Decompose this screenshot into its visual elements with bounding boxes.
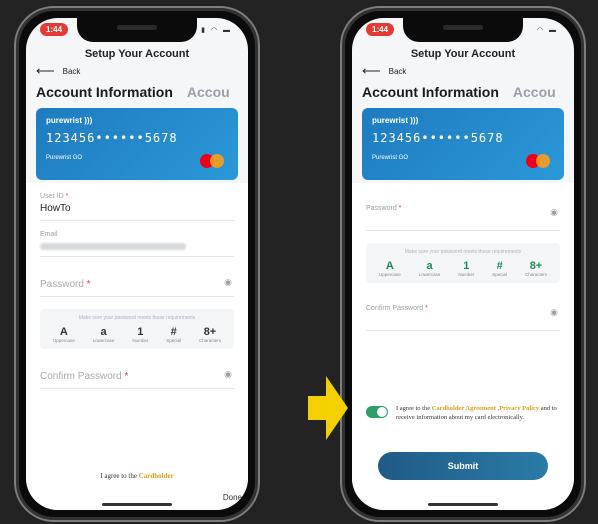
home-indicator (428, 503, 498, 506)
agree-toggle[interactable] (366, 406, 388, 418)
card-number: 123456••••••5678 (372, 131, 504, 145)
req-characters: 8+ Characters (198, 326, 221, 343)
agreement-text: I agree to the Cardholder Agreement ,Pri… (396, 405, 557, 421)
eye-icon[interactable]: ◉ (224, 277, 232, 288)
contactless-icon: ))) (84, 116, 93, 125)
status-time: 1:44 (40, 23, 69, 36)
back-label: Back (388, 66, 407, 76)
password-requirements: Make sure your password meets these requ… (40, 309, 234, 349)
home-indicator (102, 503, 172, 506)
back-label: Back (62, 66, 81, 76)
back-button[interactable]: ⟵ Back (362, 63, 407, 78)
status-icons: ◠ ▬ (536, 27, 558, 34)
payment-card: purewrist ))) 123456••••••5678 Purewrist… (36, 108, 238, 180)
password-label: Password (40, 279, 84, 290)
step-tabs: Account Information Accou (362, 84, 556, 100)
done-button[interactable]: Done (223, 493, 242, 502)
email-field[interactable]: Email (40, 221, 234, 257)
card-number: 123456••••••5678 (46, 131, 178, 145)
back-arrow-icon: ⟵ (362, 63, 381, 78)
req-special: # Special (166, 326, 182, 343)
back-button[interactable]: ⟵ Back (36, 63, 81, 78)
eye-icon[interactable]: ◉ (224, 369, 232, 380)
card-brand: purewrist ))) (46, 116, 93, 125)
req-number: 1 Number (458, 260, 475, 277)
req-special: # Special (492, 260, 508, 277)
notch (77, 18, 197, 42)
user-id-field[interactable]: User ID * HowTo (40, 183, 234, 221)
confirm-password-field[interactable]: Confirm Password * ◉ (366, 283, 560, 331)
password-requirements: Make sure your password meets these requ… (366, 243, 560, 283)
user-id-label: User ID (40, 193, 64, 200)
req-lowercase: a Lowercase (92, 326, 115, 343)
agreement-links[interactable]: Cardholder Agreement ,Privacy Policy (432, 405, 539, 412)
status-icons: ▮ ◠ ▬ (201, 27, 232, 34)
password-label: Password (366, 205, 397, 212)
req-lowercase: a Lowercase (418, 260, 441, 277)
card-brand: purewrist ))) (372, 116, 419, 125)
eye-icon[interactable]: ◉ (550, 207, 558, 218)
tab-account-information[interactable]: Account Information (362, 84, 499, 100)
tab-account-information[interactable]: Account Information (36, 84, 173, 100)
confirm-password-field[interactable]: Confirm Password * ◉ (40, 349, 234, 389)
cardholder-link[interactable]: Cardholder (139, 472, 174, 480)
req-uppercase: A Uppercase (52, 326, 75, 343)
account-form: User ID * HowTo Email Password * ◉ Make … (26, 183, 248, 510)
requirements-hint: Make sure your password meets these requ… (78, 315, 196, 321)
mastercard-logo-icon (200, 154, 226, 168)
pointer-arrow-icon (308, 376, 348, 440)
back-arrow-icon: ⟵ (36, 63, 55, 78)
mastercard-logo-icon (526, 154, 552, 168)
req-characters: 8+ Characters (524, 260, 547, 277)
email-value-blurred (40, 243, 186, 250)
email-label: Email (40, 231, 58, 238)
user-id-value: HowTo (40, 203, 71, 214)
confirm-password-label: Confirm Password (366, 305, 424, 312)
submit-button[interactable]: Submit (378, 452, 548, 480)
password-field[interactable]: Password * ◉ (366, 183, 560, 231)
agreement-row: I agree to the Cardholder Agreement ,Pri… (366, 404, 564, 422)
req-number: 1 Number (132, 326, 149, 343)
payment-card: purewrist ))) 123456••••••5678 Purewrist… (362, 108, 564, 180)
tab-next[interactable]: Accou (187, 84, 230, 100)
screen-right: 1:44 ◠ ▬ Setup Your Account ⟵ Back Accou… (352, 18, 574, 510)
agreement-text: I agree to the Cardholder (100, 472, 174, 480)
eye-icon[interactable]: ◉ (550, 307, 558, 318)
status-time: 1:44 (366, 23, 395, 36)
contactless-icon: ))) (410, 116, 419, 125)
page-title: Setup Your Account (410, 48, 516, 60)
phone-left: 1:44 ▮ ◠ ▬ Setup Your Account ⟵ Back Acc… (14, 6, 260, 522)
password-field[interactable]: Password * ◉ (40, 257, 234, 297)
page-title: Setup Your Account (84, 48, 190, 60)
phone-right: 1:44 ◠ ▬ Setup Your Account ⟵ Back Accou… (340, 6, 586, 522)
screen-left: 1:44 ▮ ◠ ▬ Setup Your Account ⟵ Back Acc… (26, 18, 248, 510)
step-tabs: Account Information Accou (36, 84, 230, 100)
confirm-password-label: Confirm Password (40, 371, 122, 382)
notch (403, 18, 523, 42)
requirements-hint: Make sure your password meets these requ… (404, 249, 522, 255)
req-uppercase: A Uppercase (378, 260, 401, 277)
tab-next[interactable]: Accou (513, 84, 556, 100)
